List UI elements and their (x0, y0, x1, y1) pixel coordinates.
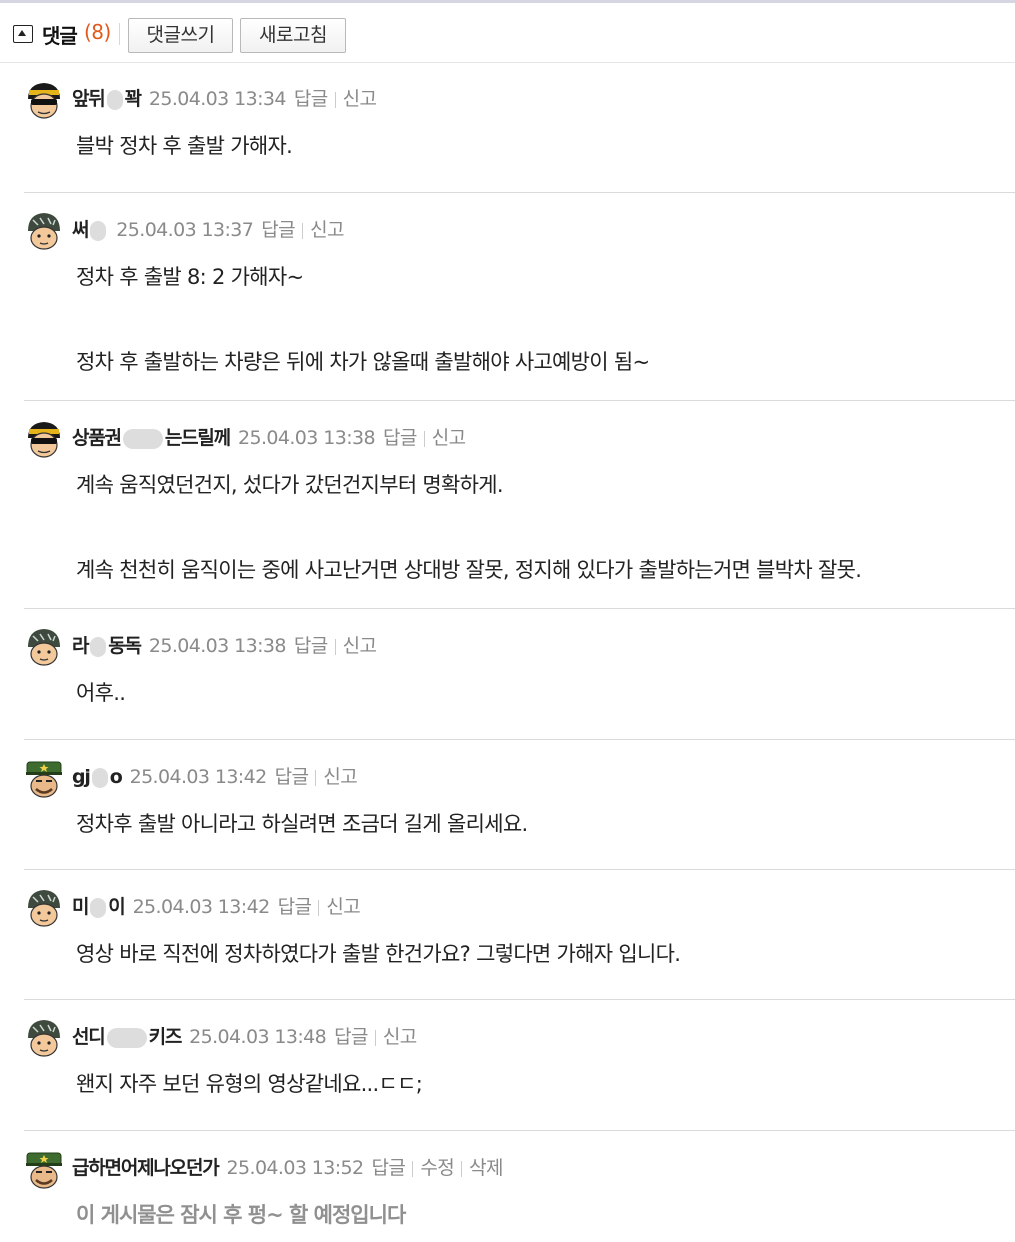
report-link[interactable]: 신고 (343, 88, 377, 110)
avatar-helmet-icon (28, 1020, 60, 1057)
redaction-blur (106, 1027, 147, 1048)
author-nickname[interactable]: 써 (72, 219, 108, 241)
redaction-blur (90, 636, 107, 657)
comment-meta: 미 이 25.04.03 13:42 답글 신고 (72, 894, 361, 920)
comment-date: 25.04.03 13:52 (226, 1157, 365, 1179)
report-link[interactable]: 신고 (326, 896, 360, 918)
comment-item: 써 25.04.03 13:37 답글 신고 정차 후 출발 8: 2 가해자~ 정차… (24, 211, 1015, 401)
redaction-blur (90, 897, 107, 918)
reply-link[interactable]: 답글 (383, 427, 417, 449)
comment-text: 블박 정차 후 출발 가해자. (76, 134, 293, 158)
comment-date: 25.04.03 13:34 (148, 88, 287, 110)
comment-date: 25.04.03 13:37 (116, 219, 254, 241)
comment-text: 영상 바로 직전에 정차하였다가 출발 한건가요? 그렇다면 가해자 입니다. (76, 942, 681, 966)
comment-text: 왠지 자주 보던 유형의 영상같네요...ㄷㄷ; (76, 1072, 423, 1096)
comment-date: 25.04.03 13:38 (237, 427, 376, 449)
comment-meta: 선디 키즈 25.04.03 13:48 답글 신고 (72, 1024, 417, 1050)
reply-link[interactable]: 답글 (294, 635, 328, 657)
author-nickname[interactable]: 상품권 는드릴께 (72, 427, 231, 449)
author-nickname[interactable]: 급하면어제나오던가 (72, 1157, 220, 1179)
avatar-sunglasses-icon (28, 422, 60, 458)
avatar-sunglasses-icon (28, 83, 60, 119)
comment-meta: 라 동독 25.04.03 13:38 답글 신고 (72, 633, 377, 659)
comment-meta: gj o 25.04.03 13:42 답글 신고 (72, 764, 358, 790)
avatar-military-cap-icon (26, 761, 62, 798)
author-nickname[interactable]: 미이 (72, 896, 126, 918)
author-nickname[interactable]: 라 동독 (72, 635, 142, 657)
reply-link[interactable]: 답글 (334, 1026, 368, 1048)
comment-date: 25.04.03 13:48 (189, 1026, 327, 1048)
comment-text: 계속 천천히 움직이는 중에 사고난거면 상대방 잘못, 정지해 있다가 출발하… (76, 558, 862, 582)
comment-count: (8) (84, 20, 111, 44)
link-divider (334, 91, 336, 108)
avatar-helmet-icon (28, 629, 60, 666)
author-nickname[interactable]: 앞뒤 꽉 (72, 88, 142, 110)
link-divider (412, 1160, 414, 1177)
comment-text: 정차 후 출발하는 차량은 뒤에 차가 않올때 출발해야 사고예방이 됨~ (76, 350, 650, 374)
reply-link[interactable]: 답글 (278, 896, 312, 918)
header-divider (119, 23, 120, 45)
link-divider (374, 1029, 376, 1046)
avatar-helmet-icon (28, 213, 60, 250)
edit-link[interactable]: 수정 (420, 1157, 454, 1179)
author-nickname[interactable]: 선디 키즈 (72, 1026, 182, 1048)
link-divider (461, 1160, 463, 1177)
comment-meta: 급하면어제나오던가 25.04.03 13:52 답글 수정 삭제 (72, 1155, 503, 1181)
reply-link[interactable]: 답글 (294, 88, 328, 110)
comment-meta: 상품권 는드릴께 25.04.03 13:38 답글 신고 (72, 425, 466, 451)
comment-text: 이 게시물은 잠시 후 펑~ 할 예정입니다 (76, 1203, 406, 1227)
comment-text: 어후.. (76, 681, 126, 705)
comment-item: 급하면어제나오던가 25.04.03 13:52 답글 수정 삭제 이 게시물은 잠시 … (24, 1149, 1015, 1242)
avatar-military-cap-icon (26, 1152, 62, 1189)
comment-item: 앞뒤 꽉 25.04.03 13:34 답글 신고 블박 정차 후 출발 가해자. (24, 80, 1015, 193)
comment-item: 미 이 25.04.03 13:42 답글 신고 영상 바로 직전에 정차하였다가 출발… (24, 888, 1015, 1000)
collapse-toggle-icon[interactable] (13, 25, 33, 43)
comment-header: 댓글 (8) 댓글쓰기 새로고침 (0, 3, 1015, 63)
comment-meta: 앞뒤 꽉 25.04.03 13:34 답글 신고 (72, 86, 377, 112)
redaction-blur (91, 767, 108, 788)
comment-item: 상품권 는드릴께 25.04.03 13:38 답글 신고 계속 움직였던건지, 섰다가… (24, 419, 1015, 609)
link-divider (318, 899, 320, 916)
comment-title: 댓글 (42, 24, 78, 48)
report-link[interactable]: 신고 (343, 635, 377, 657)
reply-link[interactable]: 답글 (261, 219, 295, 241)
refresh-button[interactable]: 새로고침 (240, 18, 346, 53)
report-link[interactable]: 신고 (310, 219, 344, 241)
comment-date: 25.04.03 13:38 (148, 635, 287, 657)
report-link[interactable]: 신고 (323, 766, 357, 788)
comment-text: 계속 움직였던건지, 섰다가 갔던건지부터 명확하게. (76, 473, 504, 497)
comment-text: 정차 후 출발 8: 2 가해자~ (76, 265, 304, 289)
comment-item: 라 동독 25.04.03 13:38 답글 신고 어후.. (24, 627, 1015, 740)
comment-item: 선디 키즈 25.04.03 13:48 답글 신고 왠지 자주 보던 유형의 영상같네… (24, 1018, 1015, 1131)
redaction-blur (122, 428, 163, 449)
link-divider (302, 222, 304, 239)
comment-date: 25.04.03 13:42 (132, 896, 271, 918)
write-comment-button[interactable]: 댓글쓰기 (128, 18, 233, 53)
comment-meta: 써 25.04.03 13:37 답글 신고 (72, 217, 344, 243)
comment-text: 정차후 출발 아니라고 하실려면 조금더 길게 올리세요. (76, 812, 528, 836)
reply-link[interactable]: 답글 (275, 766, 309, 788)
link-divider (334, 638, 336, 655)
author-nickname[interactable]: gj o (72, 766, 123, 788)
delete-link[interactable]: 삭제 (469, 1157, 503, 1179)
comment-item: gj o 25.04.03 13:42 답글 신고 정차후 출발 아니라고 하실려면 조… (24, 758, 1015, 870)
redaction-blur (106, 89, 123, 110)
reply-link[interactable]: 답글 (372, 1157, 406, 1179)
avatar-helmet-icon (28, 890, 60, 927)
link-divider (315, 769, 317, 786)
link-divider (423, 430, 425, 447)
redaction-blur (90, 220, 107, 241)
report-link[interactable]: 신고 (383, 1026, 417, 1048)
report-link[interactable]: 신고 (432, 427, 466, 449)
comment-date: 25.04.03 13:42 (129, 766, 268, 788)
